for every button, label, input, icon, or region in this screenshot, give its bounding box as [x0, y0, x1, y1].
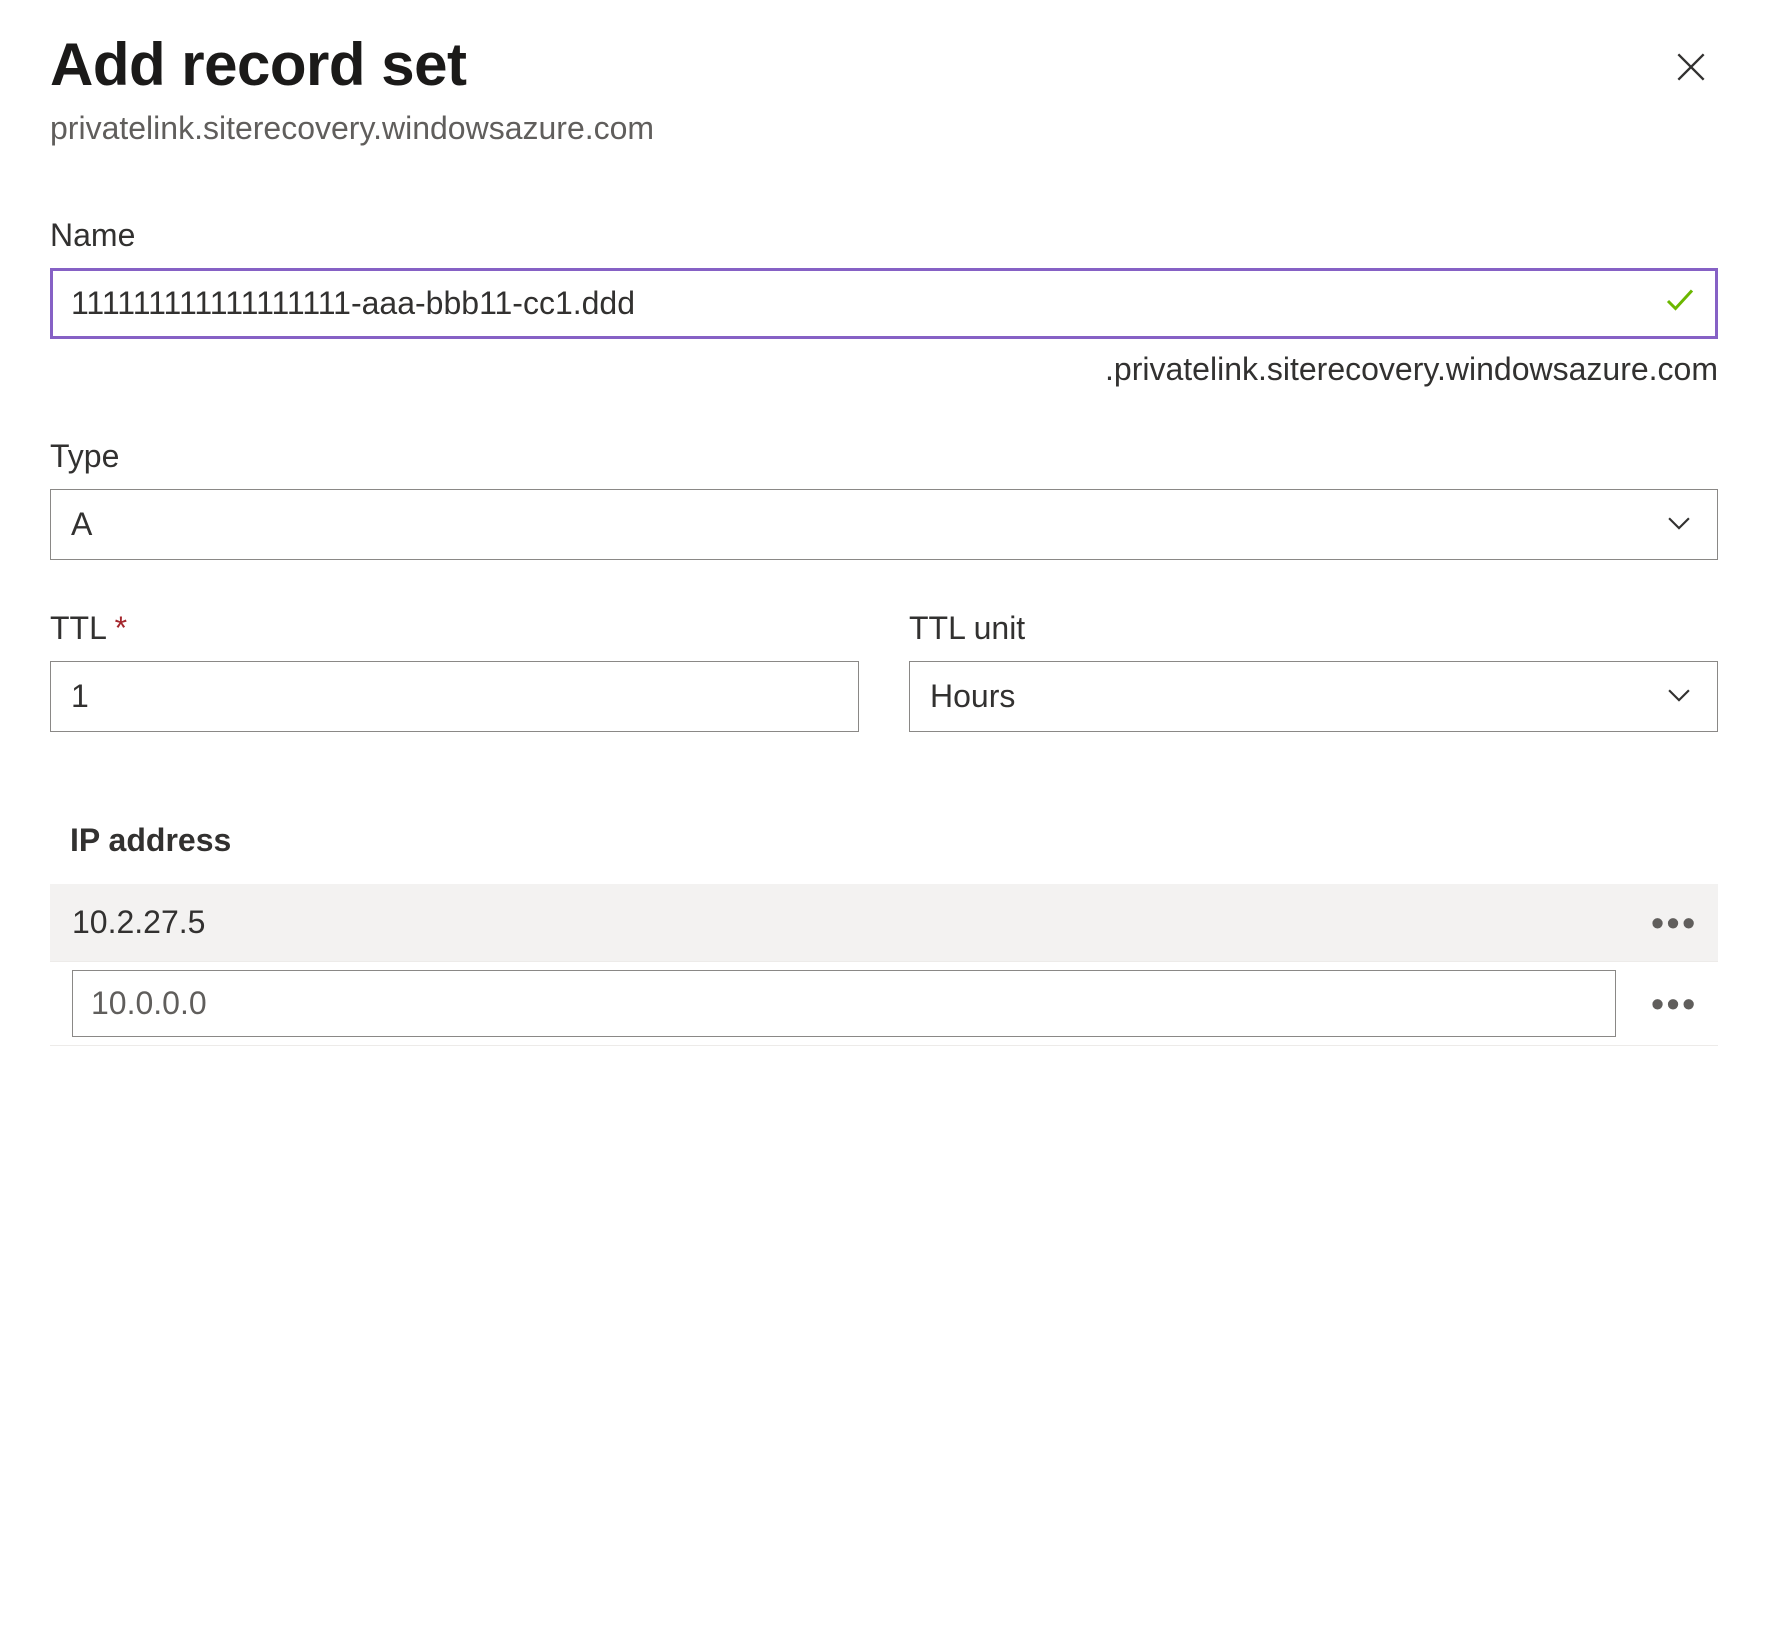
name-suffix: .privatelink.siterecovery.windowsazure.c… [50, 351, 1718, 388]
type-select[interactable]: A [50, 489, 1718, 560]
page-title: Add record set [50, 30, 466, 99]
ttl-label: TTL * [50, 610, 859, 647]
page-subtitle: privatelink.siterecovery.windowsazure.co… [50, 110, 1718, 147]
ip-row: ••• [50, 962, 1718, 1046]
name-label: Name [50, 217, 1718, 254]
ttl-input[interactable] [50, 661, 859, 732]
ttl-unit-select[interactable]: Hours [909, 661, 1718, 732]
ip-input[interactable] [72, 970, 1616, 1037]
more-button[interactable]: ••• [1631, 986, 1718, 1022]
name-input[interactable] [50, 268, 1718, 339]
ellipsis-icon: ••• [1651, 902, 1698, 943]
close-button[interactable] [1664, 36, 1718, 102]
ip-row: 10.2.27.5 ••• [50, 884, 1718, 962]
ellipsis-icon: ••• [1651, 983, 1698, 1024]
ip-address-header: IP address [50, 822, 1718, 859]
required-indicator: * [115, 610, 127, 646]
ip-value[interactable]: 10.2.27.5 [50, 884, 1616, 961]
more-button[interactable]: ••• [1631, 905, 1718, 941]
checkmark-icon [1662, 281, 1698, 326]
ttl-unit-label: TTL unit [909, 610, 1718, 647]
type-label: Type [50, 438, 1718, 475]
close-icon [1672, 48, 1710, 86]
